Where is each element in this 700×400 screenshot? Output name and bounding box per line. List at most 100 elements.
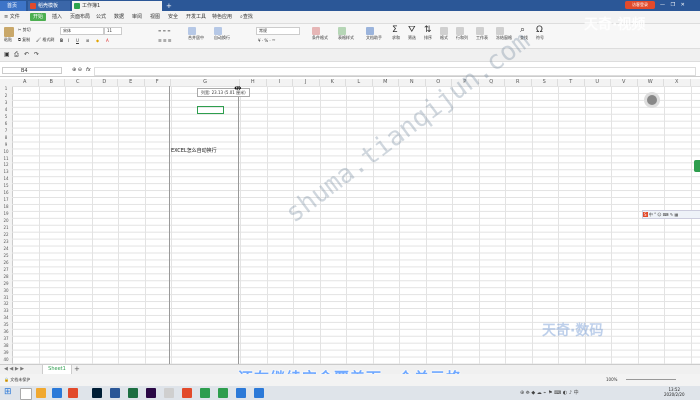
- cond-format-button[interactable]: 条件格式: [312, 27, 328, 41]
- column-header-f[interactable]: F: [145, 79, 171, 86]
- undo-icon[interactable]: ↶: [24, 51, 29, 58]
- row-header-8[interactable]: 8: [0, 135, 12, 142]
- taskbar-app4-icon[interactable]: [236, 388, 246, 398]
- fill-color-button[interactable]: ◆: [96, 38, 99, 43]
- taskbar-excel-icon[interactable]: [128, 388, 138, 398]
- taskbar-app5-icon[interactable]: [254, 388, 264, 398]
- taskbar-edge-icon[interactable]: [52, 388, 62, 398]
- login-button[interactable]: 访客登录: [625, 1, 655, 9]
- floating-record-button[interactable]: [644, 92, 660, 108]
- taskbar-photoshop-icon[interactable]: [92, 388, 102, 398]
- tab-template[interactable]: 稻壳模板: [28, 1, 70, 11]
- border-button[interactable]: ⊞: [86, 38, 89, 43]
- taskbar-app2-icon[interactable]: [164, 388, 174, 398]
- row-header-12[interactable]: 12: [0, 162, 12, 169]
- column-header-l[interactable]: L: [346, 79, 373, 86]
- menu-formula[interactable]: 公式: [96, 13, 106, 21]
- row-header-6[interactable]: 6: [0, 121, 12, 128]
- input-method-toolbar[interactable]: S 中 ° ☺ ⌨ ✎ ▦: [642, 210, 700, 219]
- symbol-button[interactable]: Ω 符号: [536, 25, 544, 41]
- format-painter-button[interactable]: 🖌 格式刷: [36, 37, 54, 43]
- table-style-button[interactable]: 表格样式: [338, 27, 354, 41]
- column-header-t[interactable]: T: [558, 79, 585, 86]
- row-header-15[interactable]: 15: [0, 183, 12, 190]
- column-header-r[interactable]: R: [505, 79, 532, 86]
- print-icon[interactable]: ⎙: [14, 51, 19, 59]
- doc-helper-button[interactable]: 文档助手: [366, 27, 382, 41]
- row-header-21[interactable]: 21: [0, 225, 12, 232]
- row-header-24[interactable]: 24: [0, 246, 12, 253]
- row-header-1[interactable]: 1: [0, 86, 12, 93]
- italic-button[interactable]: I: [68, 38, 69, 43]
- menu-security[interactable]: 安全: [168, 13, 178, 21]
- taskbar-wps2-icon[interactable]: [218, 388, 228, 398]
- row-header-28[interactable]: 28: [0, 274, 12, 281]
- row-header-7[interactable]: 7: [0, 128, 12, 135]
- menu-developer[interactable]: 开发工具: [186, 13, 206, 21]
- column-header-c[interactable]: C: [65, 79, 92, 86]
- row-header-9[interactable]: 9: [0, 142, 12, 149]
- row-header-38[interactable]: 38: [0, 343, 12, 350]
- row-header-39[interactable]: 39: [0, 350, 12, 357]
- menu-file[interactable]: ≡ 文件: [4, 13, 20, 21]
- row-header-5[interactable]: 5: [0, 114, 12, 121]
- row-header-2[interactable]: 2: [0, 93, 12, 100]
- row-header-4[interactable]: 4: [0, 107, 12, 114]
- home-tab[interactable]: 首页: [0, 1, 26, 11]
- merge-button[interactable]: 合并居中: [188, 27, 204, 41]
- row-header-26[interactable]: 26: [0, 260, 12, 267]
- row-header-35[interactable]: 35: [0, 322, 12, 329]
- taskbar-word-icon[interactable]: [110, 388, 120, 398]
- number-buttons[interactable]: ¥ · % · ⁰⁰: [258, 38, 275, 43]
- column-header-b[interactable]: B: [39, 79, 65, 86]
- minimize-button[interactable]: —: [660, 2, 665, 8]
- align-buttons[interactable]: ≡ ≡ ≡: [158, 28, 171, 33]
- window-controls[interactable]: — ❐ ✕: [660, 0, 685, 10]
- tray-icons[interactable]: ⊕ ⛯ ◆ ☁ ⌁ ⚑ ⌨ ◐ ♪ 中: [520, 389, 579, 396]
- taskbar-wps-icon[interactable]: [200, 388, 210, 398]
- menu-review[interactable]: 审阅: [132, 13, 142, 21]
- taskbar-app-icon[interactable]: [68, 388, 78, 398]
- number-format-select[interactable]: 常规: [256, 27, 300, 35]
- row-header-29[interactable]: 29: [0, 281, 12, 288]
- formula-input[interactable]: [94, 67, 696, 76]
- column-header-h[interactable]: H: [240, 79, 267, 86]
- row-header-25[interactable]: 25: [0, 253, 12, 260]
- selected-cell[interactable]: [197, 106, 224, 114]
- name-box[interactable]: B4: [2, 67, 62, 74]
- row-header-27[interactable]: 27: [0, 267, 12, 274]
- column-header-x[interactable]: X: [664, 79, 691, 86]
- row-header-18[interactable]: 18: [0, 204, 12, 211]
- row-header-40[interactable]: 40: [0, 357, 12, 364]
- row-header-30[interactable]: 30: [0, 288, 12, 295]
- column-header-j[interactable]: J: [293, 79, 320, 86]
- font-color-button[interactable]: A: [106, 38, 109, 43]
- redo-icon[interactable]: ↷: [34, 51, 39, 58]
- side-panel-handle[interactable]: [694, 160, 700, 172]
- row-header-32[interactable]: 32: [0, 301, 12, 308]
- taskbar-app3-icon[interactable]: [182, 388, 192, 398]
- column-header-n[interactable]: N: [399, 79, 426, 86]
- menu-search[interactable]: ⌕查找: [240, 13, 253, 21]
- underline-button[interactable]: U: [76, 38, 79, 43]
- menu-home[interactable]: 开始: [30, 13, 47, 21]
- save-icon[interactable]: ▣: [4, 51, 10, 58]
- zoom-icon[interactable]: ⊕ ⊖: [72, 67, 82, 73]
- sort-button[interactable]: ⇅ 排序: [424, 25, 432, 41]
- menu-data[interactable]: 数据: [114, 13, 124, 21]
- column-header-m[interactable]: M: [373, 79, 399, 86]
- column-g-right-border[interactable]: [238, 86, 239, 364]
- taskbar-explorer-icon[interactable]: [36, 388, 46, 398]
- row-header-22[interactable]: 22: [0, 232, 12, 239]
- row-header-31[interactable]: 31: [0, 295, 12, 302]
- filter-button[interactable]: ⛛ 筛选: [408, 25, 416, 41]
- cell-g10-text[interactable]: EXCEL怎么自动换行: [171, 147, 217, 154]
- bold-button[interactable]: B: [60, 38, 63, 43]
- row-header-16[interactable]: 16: [0, 190, 12, 197]
- row-header-19[interactable]: 19: [0, 211, 12, 218]
- maximize-button[interactable]: ❐: [671, 2, 675, 8]
- wrap-button[interactable]: 自动换行: [214, 27, 230, 41]
- row-header-13[interactable]: 13: [0, 169, 12, 176]
- close-button[interactable]: ✕: [681, 2, 685, 8]
- cut-button[interactable]: ✂ 剪切: [18, 27, 31, 33]
